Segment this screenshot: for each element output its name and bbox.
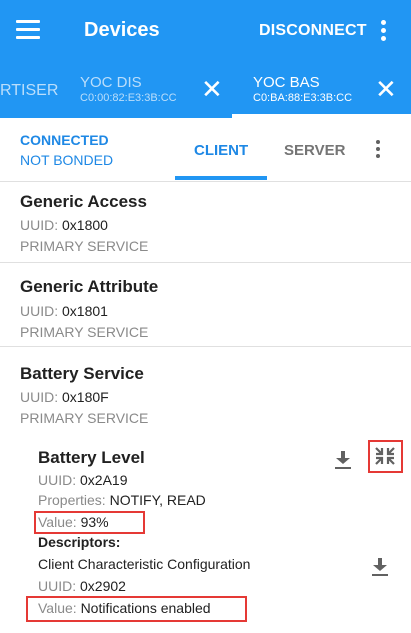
characteristic-properties: Properties: NOTIFY, READ [38,492,206,508]
disconnect-button[interactable]: DISCONNECT [259,22,367,40]
tab-server[interactable]: SERVER [284,142,345,159]
device-tabs: RTISER YOC DIS C0:00:82:E3:3B:CC ✕ YOC B… [0,62,411,118]
app-bar: Devices DISCONNECT [0,0,411,62]
service-type: PRIMARY SERVICE [20,238,149,254]
overflow-menu-icon[interactable] [381,20,387,42]
mode-tab-bar: CONNECTED NOT BONDED CLIENT SERVER [0,118,411,182]
service-generic-attribute[interactable]: Generic Attribute UUID: 0x1801 PRIMARY S… [0,263,411,347]
service-uuid: UUID: 0x180F [20,389,109,405]
close-icon[interactable]: ✕ [375,76,397,102]
value-highlight [34,511,145,534]
device-tab-advertiser[interactable]: RTISER [0,62,66,118]
service-type: PRIMARY SERVICE [20,410,149,426]
close-icon[interactable]: ✕ [201,76,223,102]
device-tab-yoc-bas[interactable]: YOC BAS C0:BA:88:E3:3B:CC ✕ [232,62,411,118]
device-tab-name: YOC DIS [80,74,142,91]
service-name: Generic Access [20,192,147,211]
device-tab-name: YOC BAS [253,74,320,91]
characteristic-name: Battery Level [38,448,145,467]
value-highlight [26,596,247,622]
download-icon[interactable] [371,557,389,577]
device-tab-yoc-dis[interactable]: YOC DIS C0:00:82:E3:3B:CC ✕ [66,62,232,118]
page-title: Devices [84,19,160,41]
characteristic-uuid: UUID: 0x2A19 [38,472,128,488]
service-uuid: UUID: 0x1801 [20,303,108,319]
notifications-disable-icon[interactable] [373,445,397,467]
service-type: PRIMARY SERVICE [20,324,149,340]
service-uuid: UUID: 0x1800 [20,217,108,233]
device-tab-name: RTISER [0,82,59,99]
descriptor-uuid: UUID: 0x2902 [38,578,126,594]
service-name: Battery Service [20,364,144,383]
menu-icon[interactable] [16,20,40,42]
descriptors-heading: Descriptors: [38,534,121,550]
connection-status: CONNECTED [20,132,109,148]
device-tab-address: C0:BA:88:E3:3B:CC [253,92,353,104]
characteristic-battery-level[interactable]: Battery Level UUID: 0x2A19 Properties: N… [0,440,411,633]
service-battery[interactable]: Battery Service UUID: 0x180F PRIMARY SER… [0,347,411,440]
service-name: Generic Attribute [20,277,159,296]
download-icon[interactable] [334,450,352,470]
overflow-menu-icon[interactable] [376,140,382,161]
device-tab-address: C0:00:82:E3:3B:CC [80,92,177,104]
bond-status: NOT BONDED [20,152,114,168]
service-generic-access[interactable]: Generic Access UUID: 0x1800 PRIMARY SERV… [0,182,411,263]
selected-tab-indicator [175,176,267,180]
descriptor-name: Client Characteristic Configuration [38,556,251,572]
tab-client[interactable]: CLIENT [194,142,248,159]
